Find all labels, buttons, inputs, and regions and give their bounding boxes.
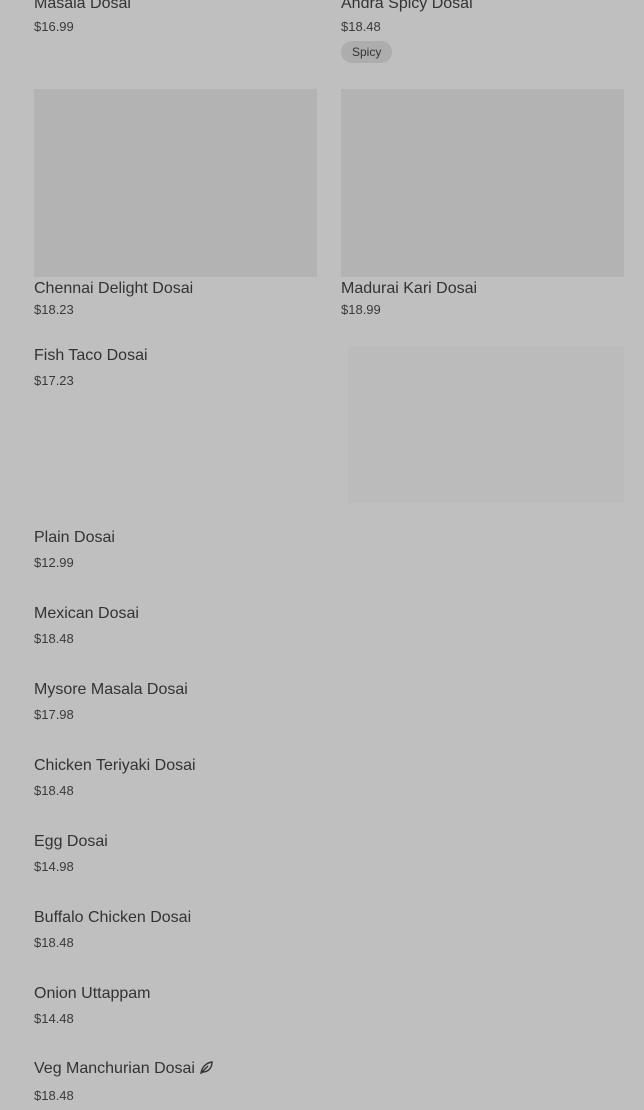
menu-item-mysore-masala-dosai[interactable]: Mysore Masala Dosai $17.98: [34, 679, 624, 729]
item-image: [348, 347, 624, 503]
item-name: Andra Spicy Dosai: [341, 0, 473, 12]
item-price: $18.48: [34, 783, 74, 798]
item-name: Chennai Delight Dosai: [34, 280, 194, 297]
item-name: Mysore Masala Dosai: [34, 681, 188, 698]
item-name: Madurai Kari Dosai: [341, 280, 478, 297]
item-price: $18.48: [34, 631, 74, 646]
item-price: $18.48: [34, 935, 74, 950]
item-image: [34, 89, 317, 277]
item-price: $14.48: [34, 1011, 74, 1026]
menu-item-andra-spicy-dosai[interactable]: Andra Spicy Dosai $18.48 Spicy: [341, 0, 624, 70]
menu-item-egg-dosai[interactable]: Egg Dosai $14.98: [34, 831, 624, 881]
menu-item-plain-dosai[interactable]: Plain Dosai $12.99: [34, 527, 624, 577]
menu-item-chicken-teriyaki-dosai[interactable]: Chicken Teriyaki Dosai $18.48: [34, 755, 624, 805]
item-price: $12.99: [34, 555, 74, 570]
item-name-row: Veg Manchurian Dosai: [34, 1059, 624, 1081]
menu-item-buffalo-chicken-dosai[interactable]: Buffalo Chicken Dosai $18.48: [34, 907, 624, 957]
menu-item-fish-taco-dosai[interactable]: Fish Taco Dosai $17.23: [34, 345, 624, 505]
item-name: Onion Uttappam: [34, 985, 151, 1002]
item-name: Chicken Teriyaki Dosai: [34, 757, 196, 774]
item-price: $18.23: [34, 302, 74, 317]
item-price: $18.48: [34, 1088, 74, 1103]
menu-item-chennai-delight-dosai[interactable]: Chennai Delight Dosai $18.23: [34, 89, 317, 329]
item-price: $18.99: [341, 302, 381, 317]
menu-item-onion-uttappam[interactable]: Onion Uttappam $14.48: [34, 983, 624, 1033]
item-price: $16.99: [34, 19, 74, 34]
item-name: Masala Dosai: [34, 0, 131, 12]
menu-item-mexican-dosai[interactable]: Mexican Dosai $18.48: [34, 603, 624, 653]
item-name: Veg Manchurian Dosai: [34, 1060, 195, 1077]
item-image: [341, 89, 624, 277]
menu-item-masala-dosai[interactable]: Masala Dosai $16.99: [34, 0, 317, 44]
item-price: $14.98: [34, 859, 74, 874]
item-name: Egg Dosai: [34, 833, 108, 850]
leaf-icon: [199, 1060, 214, 1081]
menu-item-madurai-kari-dosai[interactable]: Madurai Kari Dosai $18.99: [341, 89, 624, 329]
item-name: Plain Dosai: [34, 529, 115, 546]
menu-item-veg-manchurian-dosai[interactable]: Veg Manchurian Dosai $18.48: [34, 1059, 624, 1109]
spicy-badge: Spicy: [341, 41, 393, 63]
item-name: Buffalo Chicken Dosai: [34, 909, 192, 926]
item-price: $17.98: [34, 707, 74, 722]
item-price: $18.48: [341, 19, 381, 34]
item-name: Mexican Dosai: [34, 605, 139, 622]
